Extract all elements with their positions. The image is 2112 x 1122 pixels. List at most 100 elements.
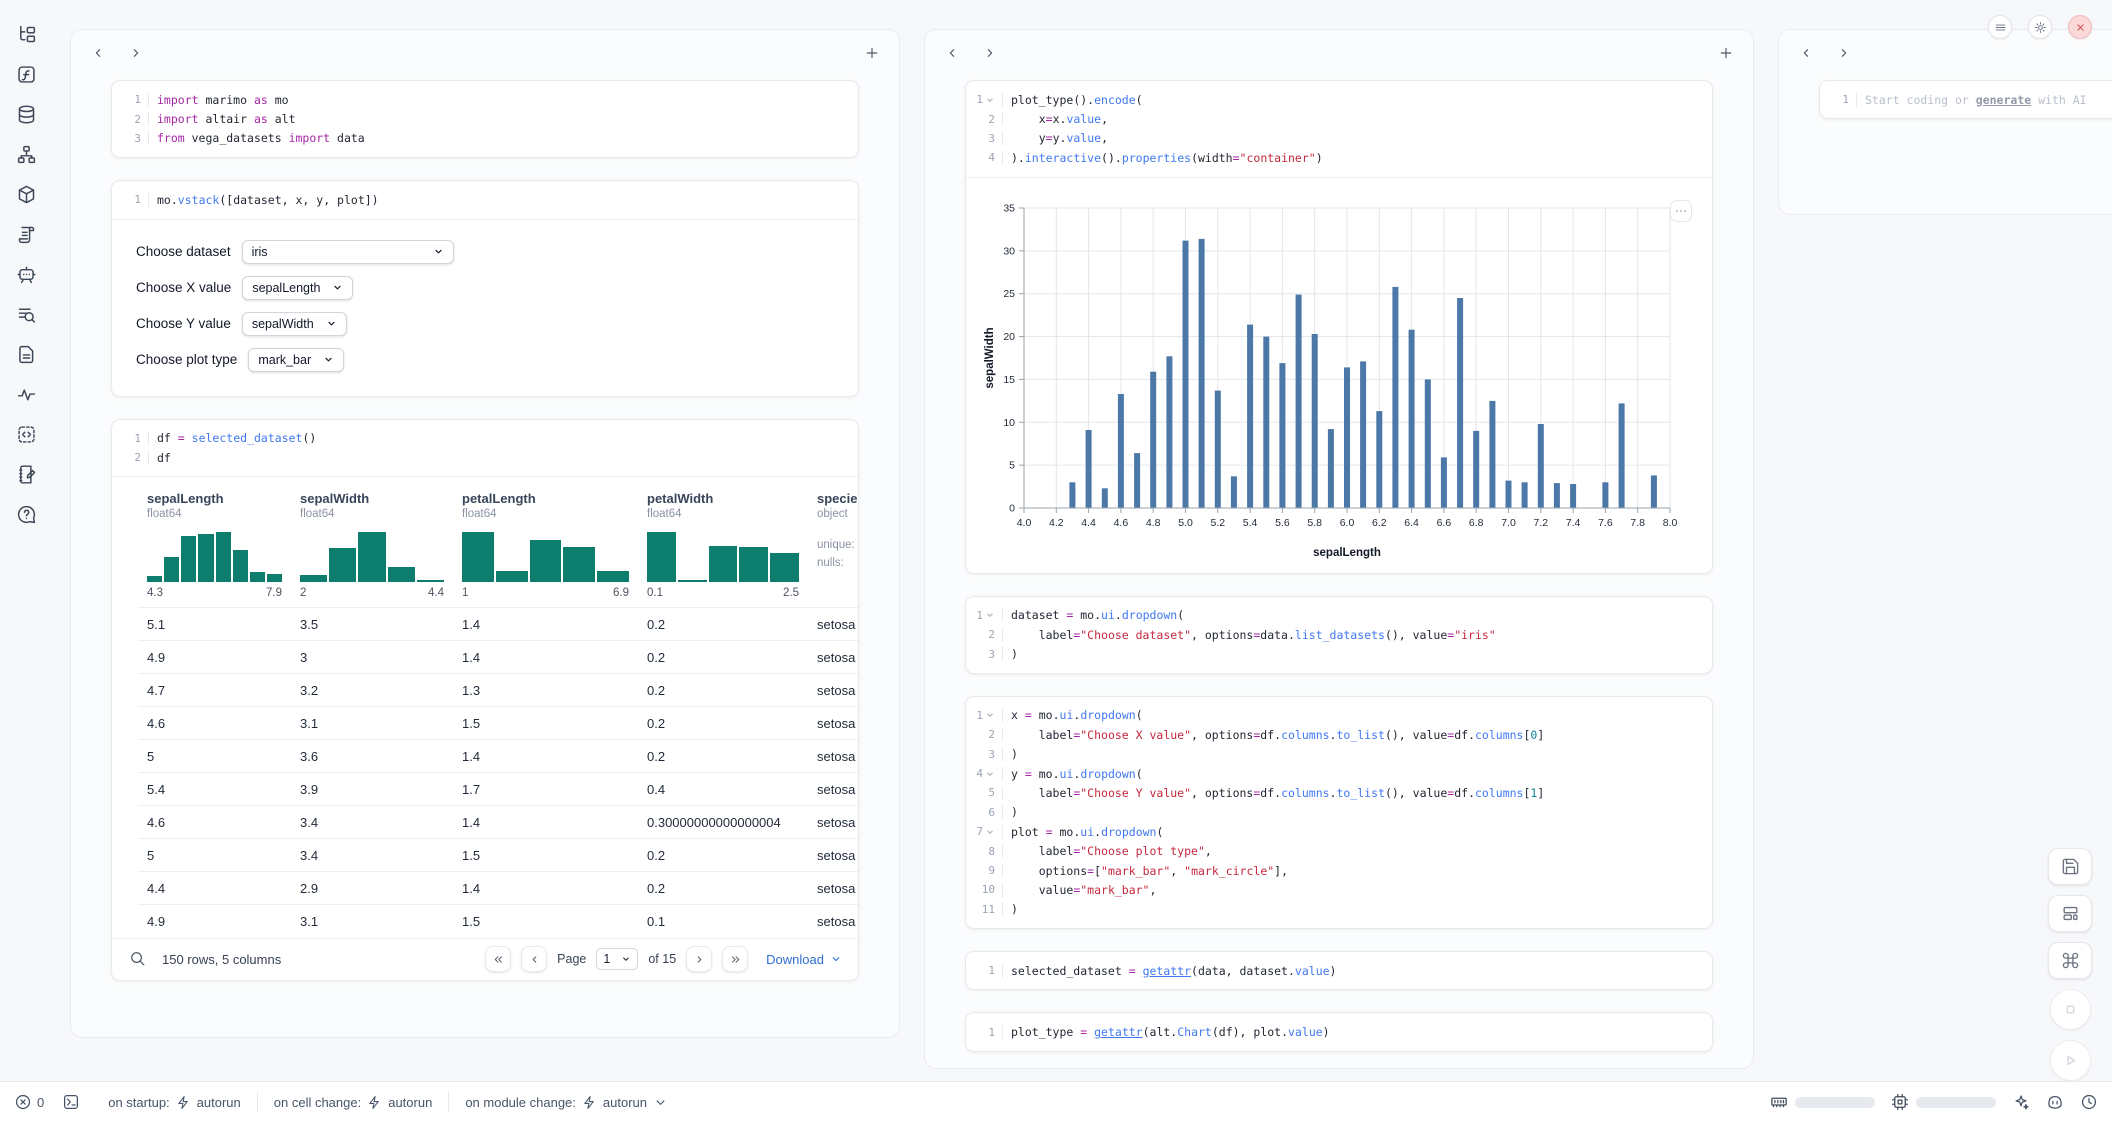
bar[interactable] bbox=[1506, 480, 1512, 507]
column-histogram[interactable] bbox=[462, 532, 629, 582]
bar[interactable] bbox=[1360, 361, 1366, 508]
bar[interactable] bbox=[1215, 390, 1221, 507]
on-startup-setting[interactable]: on startup:autorun bbox=[92, 1095, 257, 1110]
bar[interactable] bbox=[1118, 394, 1124, 508]
sidebar-hierarchy-button[interactable] bbox=[14, 142, 38, 166]
bar[interactable] bbox=[1247, 324, 1253, 507]
collapse-right-button[interactable] bbox=[127, 44, 145, 62]
fold-chevron-icon[interactable] bbox=[985, 769, 995, 779]
bar[interactable] bbox=[1231, 476, 1237, 508]
bar[interactable] bbox=[1473, 430, 1479, 507]
next-page-button[interactable] bbox=[686, 946, 712, 972]
fold-chevron-icon[interactable] bbox=[985, 95, 995, 105]
collapse-left-button[interactable] bbox=[1797, 44, 1815, 62]
bar[interactable] bbox=[1150, 371, 1156, 507]
column-header[interactable]: petalLengthfloat6416.9 bbox=[453, 477, 638, 608]
bar[interactable] bbox=[1602, 482, 1608, 508]
bar[interactable] bbox=[1570, 484, 1576, 508]
bar[interactable] bbox=[1619, 403, 1625, 508]
bar[interactable] bbox=[1312, 334, 1318, 508]
table-row[interactable]: 4.931.40.2setosa bbox=[138, 641, 858, 674]
bar[interactable] bbox=[1328, 429, 1334, 508]
bar[interactable] bbox=[1166, 356, 1172, 508]
cpu-usage-meter[interactable] bbox=[1891, 1093, 1996, 1111]
bar[interactable] bbox=[1409, 329, 1415, 507]
table-row[interactable]: 4.63.11.50.2setosa bbox=[138, 707, 858, 740]
runtime-clock-button[interactable] bbox=[2080, 1093, 2098, 1111]
terminal-button[interactable] bbox=[62, 1093, 80, 1111]
code-editor[interactable]: 1import marimo as mo2import altair as al… bbox=[112, 81, 858, 157]
stop-button[interactable] bbox=[2050, 989, 2091, 1030]
bar[interactable] bbox=[1457, 298, 1463, 508]
choose-y-value-select[interactable]: sepalWidth bbox=[242, 312, 347, 336]
shutdown-button[interactable] bbox=[2068, 15, 2092, 39]
column-header[interactable]: sepalLengthfloat644.37.9 bbox=[138, 477, 291, 608]
table-row[interactable]: 53.41.50.2setosa bbox=[138, 839, 858, 872]
bar[interactable] bbox=[1489, 400, 1495, 507]
table-search-button[interactable] bbox=[128, 950, 146, 968]
sidebar-database-button[interactable] bbox=[14, 102, 38, 126]
settings-button[interactable] bbox=[2028, 15, 2052, 39]
column-histogram[interactable] bbox=[147, 532, 282, 582]
ai-button[interactable] bbox=[2012, 1093, 2030, 1111]
save-button[interactable] bbox=[2048, 848, 2092, 885]
collapse-left-button[interactable] bbox=[89, 44, 107, 62]
code-editor[interactable]: 1dataset = mo.ui.dropdown(2 label="Choos… bbox=[966, 597, 1712, 673]
bar[interactable] bbox=[1102, 488, 1108, 508]
code-editor[interactable]: 1x = mo.ui.dropdown(2 label="Choose X va… bbox=[966, 697, 1712, 928]
sidebar-function-square-button[interactable] bbox=[14, 62, 38, 86]
sidebar-code-block-button[interactable] bbox=[14, 422, 38, 446]
bar[interactable] bbox=[1441, 457, 1447, 508]
column-header[interactable]: speciesobjectunique:nulls: bbox=[808, 477, 858, 608]
bar[interactable] bbox=[1554, 483, 1560, 508]
column-header[interactable]: sepalWidthfloat6424.4 bbox=[291, 477, 453, 608]
sidebar-scroll-button[interactable] bbox=[14, 222, 38, 246]
bar[interactable] bbox=[1651, 475, 1657, 508]
bar[interactable] bbox=[1392, 286, 1398, 507]
bar[interactable] bbox=[1296, 294, 1302, 507]
download-button[interactable]: Download bbox=[766, 952, 842, 967]
sidebar-search-list-button[interactable] bbox=[14, 302, 38, 326]
run-button[interactable] bbox=[2050, 1040, 2091, 1081]
collapse-right-button[interactable] bbox=[981, 44, 999, 62]
column-histogram[interactable] bbox=[300, 532, 444, 582]
sidebar-activity-button[interactable] bbox=[14, 382, 38, 406]
column-header[interactable]: petalWidthfloat640.12.5 bbox=[638, 477, 808, 608]
bar[interactable] bbox=[1183, 240, 1189, 507]
choose-dataset-select[interactable]: iris bbox=[242, 240, 454, 264]
collapse-left-button[interactable] bbox=[943, 44, 961, 62]
sidebar-notebook-edit-button[interactable] bbox=[14, 462, 38, 486]
code-editor[interactable]: 1 Start coding or generate with AI bbox=[1820, 81, 2112, 118]
memory-usage-meter[interactable] bbox=[1770, 1093, 1875, 1111]
choose-plot-type-select[interactable]: mark_bar bbox=[248, 348, 344, 372]
layout-button[interactable] bbox=[2048, 895, 2092, 932]
code-editor[interactable]: 1plot_type = getattr(alt.Chart(df), plot… bbox=[966, 1013, 1712, 1050]
bar[interactable] bbox=[1134, 453, 1140, 508]
add-column-button[interactable] bbox=[1717, 44, 1735, 62]
bar[interactable] bbox=[1522, 482, 1528, 508]
bar[interactable] bbox=[1425, 379, 1431, 508]
bar[interactable] bbox=[1199, 238, 1205, 507]
prev-page-button[interactable] bbox=[521, 946, 547, 972]
code-editor[interactable]: 1plot_type().encode(2 x=x.value,3 y=y.va… bbox=[966, 81, 1712, 177]
bar[interactable] bbox=[1069, 482, 1075, 508]
page-number-select[interactable]: 1 bbox=[596, 948, 638, 970]
column-histogram[interactable] bbox=[647, 532, 799, 582]
table-row[interactable]: 5.43.91.70.4setosa bbox=[138, 773, 858, 806]
bar[interactable] bbox=[1538, 424, 1544, 508]
generate-link[interactable]: generate bbox=[1976, 93, 2031, 107]
menu-button[interactable] bbox=[1988, 15, 2012, 39]
command-palette-button[interactable] bbox=[2048, 942, 2092, 979]
bar[interactable] bbox=[1376, 411, 1382, 508]
first-page-button[interactable] bbox=[485, 946, 511, 972]
bar[interactable] bbox=[1279, 363, 1285, 508]
table-row[interactable]: 4.63.41.40.30000000000000004setosa bbox=[138, 806, 858, 839]
code-editor[interactable]: 1mo.vstack([dataset, x, y, plot]) bbox=[112, 181, 858, 218]
fold-chevron-icon[interactable] bbox=[985, 610, 995, 620]
bar[interactable] bbox=[1263, 336, 1269, 507]
add-column-button[interactable] bbox=[863, 44, 881, 62]
copilot-button[interactable] bbox=[2046, 1093, 2064, 1111]
collapse-right-button[interactable] bbox=[1835, 44, 1853, 62]
bar[interactable] bbox=[1344, 367, 1350, 508]
table-row[interactable]: 53.61.40.2setosa bbox=[138, 740, 858, 773]
